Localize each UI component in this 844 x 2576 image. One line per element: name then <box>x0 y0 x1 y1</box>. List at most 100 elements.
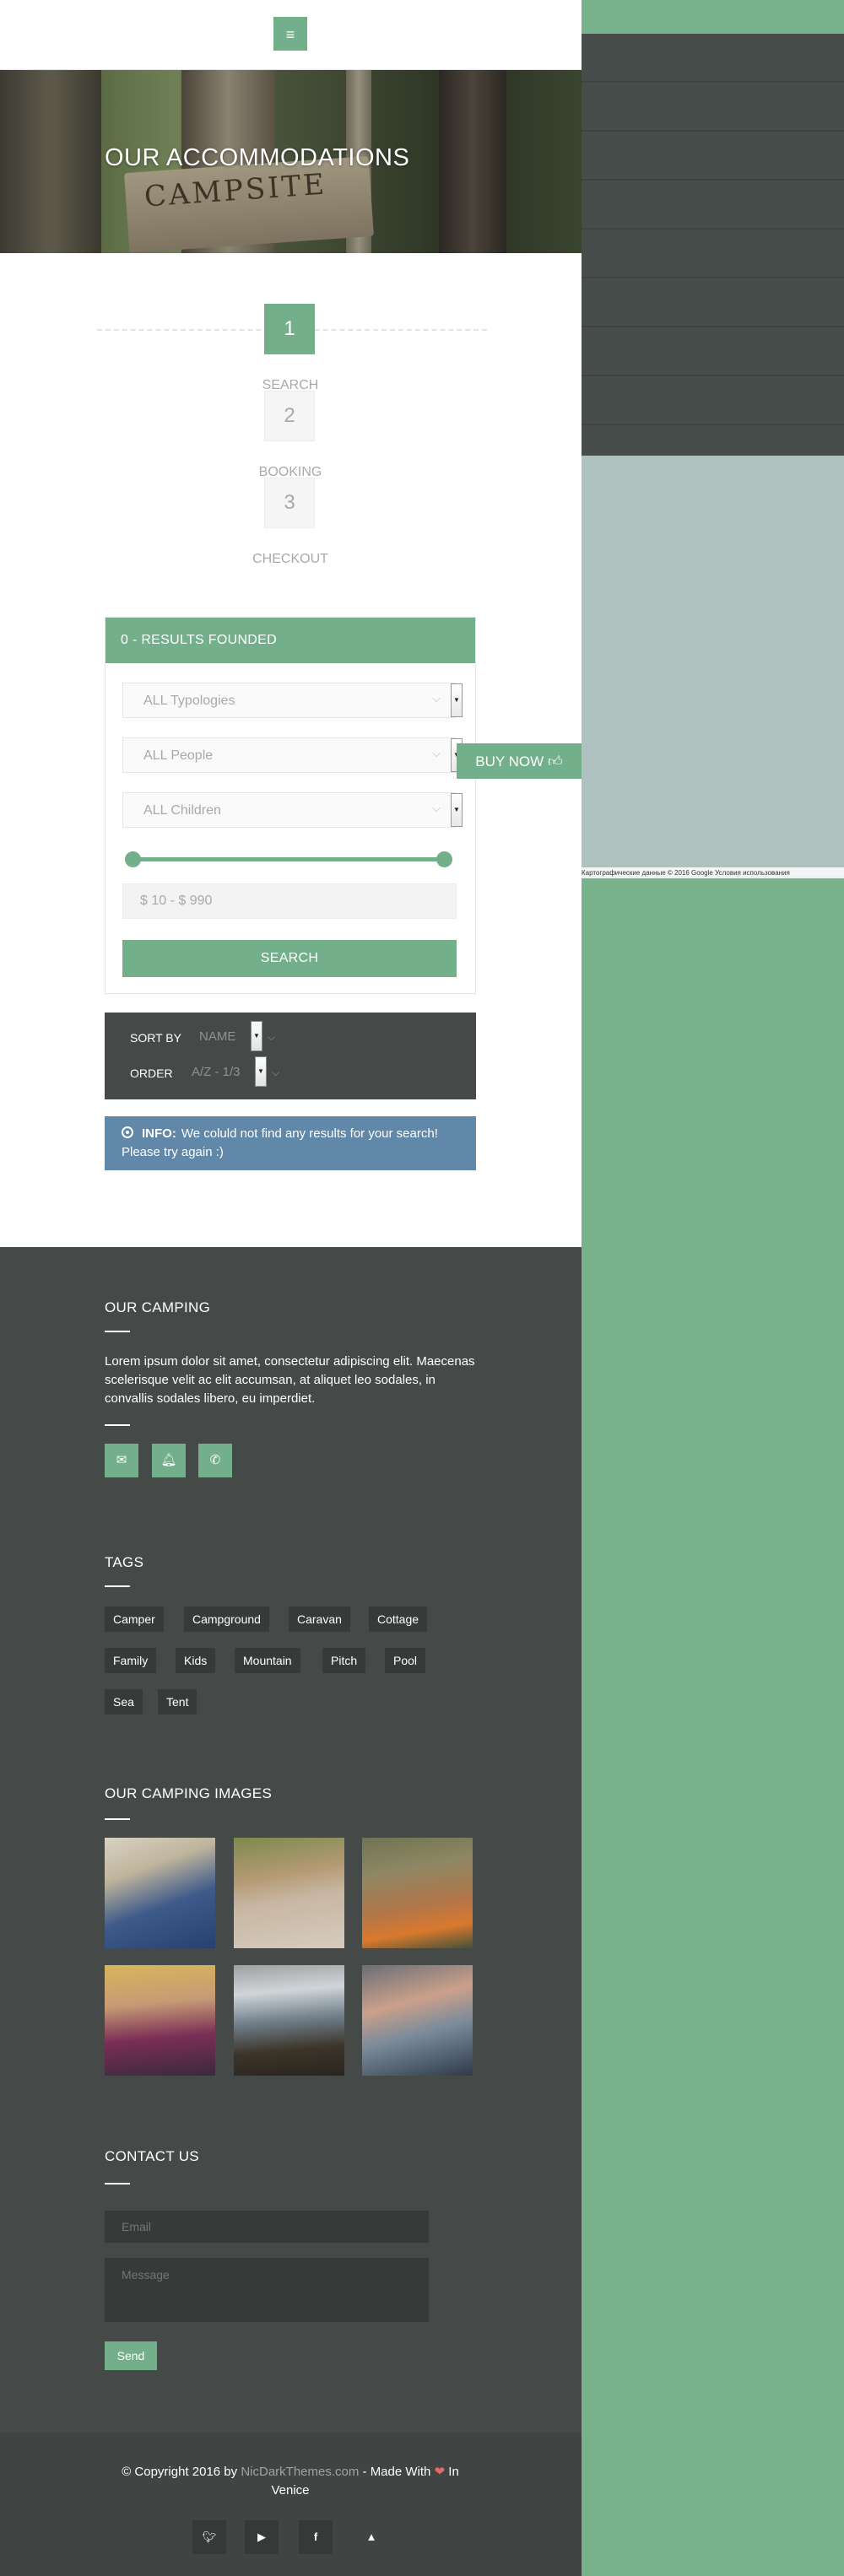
chevron-down-icon: ⌵ <box>432 747 441 759</box>
camping-image-thumbnail[interactable] <box>105 1965 215 2076</box>
sort-by-label: SORT BY <box>130 1031 181 1045</box>
camping-image-thumbnail[interactable] <box>234 1965 344 2076</box>
results-title: 0 - RESULTS FOUNDED <box>106 618 475 663</box>
right-dark-panel <box>582 34 844 456</box>
typology-value: ALL Typologies <box>143 694 235 708</box>
tag-sea[interactable]: Sea <box>105 1689 143 1715</box>
camping-image-thumbnail[interactable] <box>362 1965 473 2076</box>
order-dropdown-arrow-icon[interactable]: ▼ <box>255 1056 267 1087</box>
bell-icon: 🔔︎ <box>160 1453 177 1467</box>
search-button[interactable]: SEARCH <box>122 940 457 977</box>
step-1-box[interactable]: 1 <box>264 304 315 354</box>
copyright-prefix: © Copyright 2016 by <box>122 2465 241 2479</box>
chevron-down-icon: ⌵ <box>432 692 441 705</box>
title-underline <box>105 1818 130 1820</box>
price-slider-min-handle[interactable] <box>125 851 141 867</box>
children-select[interactable]: ALL Children ⌵ ▼ <box>122 792 463 828</box>
search-panel: 0 - RESULTS FOUNDED ALL Typologies ⌵ ▼ A… <box>105 617 476 994</box>
twitter-icon: 🐦︎ <box>202 2530 217 2543</box>
tag-family[interactable]: Family <box>105 1648 157 1673</box>
title-underline <box>105 1585 130 1587</box>
tree-trunk <box>439 70 506 253</box>
tag-pool[interactable]: Pool <box>385 1648 426 1673</box>
our-camping-title: OUR CAMPING <box>105 1299 211 1315</box>
typology-select[interactable]: ALL Typologies ⌵ ▼ <box>122 683 463 718</box>
sort-dropdown-arrow-icon[interactable]: ▼ <box>251 1021 262 1051</box>
page-title: OUR ACCOMMODATIONS <box>105 144 410 171</box>
message-field[interactable] <box>105 2258 429 2322</box>
sort-bar: SORT BY NAME ▼ ⌵ ORDER A/Z - 1/3 ▼ ⌵ <box>105 1013 476 1099</box>
sign-text: CAMPSITE <box>143 167 328 214</box>
right-accent-strip <box>582 0 844 34</box>
tag-pitch[interactable]: Pitch <box>322 1648 366 1673</box>
back-to-top-button[interactable]: ▲ <box>354 2520 388 2554</box>
step-2-box[interactable]: 2 <box>264 391 315 441</box>
step-3-box[interactable]: 3 <box>264 478 315 528</box>
tag-mountain[interactable]: Mountain <box>235 1648 300 1673</box>
nicdark-link[interactable]: NicDarkThemes.com <box>241 2465 359 2479</box>
top-bar: ≡ <box>0 0 582 70</box>
email-social-button[interactable]: ✉ <box>105 1444 138 1477</box>
hamburger-icon: ≡ <box>285 26 295 43</box>
price-slider-max-handle[interactable] <box>436 851 452 867</box>
envelope-icon: ✉ <box>116 1453 127 1467</box>
facebook-button[interactable]: f <box>299 2520 333 2554</box>
send-button[interactable]: Send <box>105 2341 157 2370</box>
copyright-text: © Copyright 2016 by NicDarkThemes.com - … <box>105 2463 476 2500</box>
tag-tent[interactable]: Tent <box>158 1689 197 1715</box>
copyright-mid: - Made With <box>359 2465 435 2479</box>
buy-now-label: BUY NOW <box>475 753 544 770</box>
dropdown-arrow-icon[interactable]: ▼ <box>451 683 463 717</box>
sort-by-value[interactable]: NAME <box>199 1029 235 1044</box>
people-select[interactable]: ALL People ⌵ ▼ <box>122 737 463 773</box>
notification-social-button[interactable]: 🔔︎ <box>152 1444 186 1477</box>
main-column: ≡ CAMPSITE OUR ACCOMMODATIONS 1 SEARCH 2… <box>0 0 582 2576</box>
tag-caravan[interactable]: Caravan <box>289 1607 350 1632</box>
chevron-down-icon: ⌵ <box>432 802 441 814</box>
facebook-icon: f <box>313 2530 318 2543</box>
phone-social-button[interactable]: ✆ <box>198 1444 232 1477</box>
footer: OUR CAMPING Lorem ipsum dolor sit amet, … <box>0 1247 582 2433</box>
camping-image-thumbnail[interactable] <box>234 1838 344 1948</box>
map-credit[interactable]: Картографические данные © 2016 Google Ус… <box>582 867 844 878</box>
price-slider[interactable] <box>125 851 452 867</box>
tree-trunk <box>0 70 101 253</box>
about-text: Lorem ipsum dolor sit amet, consectetur … <box>105 1354 475 1406</box>
dropdown-arrow-icon[interactable]: ▼ <box>451 793 463 827</box>
info-alert: INFO: We coluld not find any results for … <box>105 1116 476 1170</box>
camping-images-title: OUR CAMPING IMAGES <box>105 1785 273 1801</box>
hero-banner: CAMPSITE OUR ACCOMMODATIONS <box>0 70 582 253</box>
chevron-up-icon: ▲ <box>365 2530 377 2543</box>
contact-us-title: CONTACT US <box>105 2148 199 2164</box>
tag-campground[interactable]: Campground <box>184 1607 269 1632</box>
chevron-down-icon: ⌵ <box>268 1031 276 1043</box>
youtube-icon: ▶ <box>257 2530 266 2543</box>
thumbs-up-icon: 👍︎ <box>547 753 563 770</box>
twitter-button[interactable]: 🐦︎ <box>192 2520 226 2554</box>
info-icon <box>122 1126 133 1138</box>
youtube-button[interactable]: ▶ <box>245 2520 279 2554</box>
tag-camper[interactable]: Camper <box>105 1607 164 1632</box>
tag-kids[interactable]: Kids <box>176 1648 216 1673</box>
phone-icon: ✆ <box>209 1453 221 1467</box>
title-underline <box>105 1424 130 1426</box>
people-value: ALL People <box>143 748 214 763</box>
map-area[interactable] <box>582 456 844 876</box>
tags-title: TAGS <box>105 1554 144 1570</box>
camping-image-thumbnail[interactable] <box>105 1838 215 1948</box>
children-value: ALL Children <box>143 803 221 818</box>
title-underline <box>105 1331 130 1332</box>
menu-button[interactable]: ≡ <box>273 17 307 51</box>
booking-steps: 1 SEARCH 2 BOOKING 3 CHECKOUT <box>0 253 582 608</box>
order-label: ORDER <box>130 1067 173 1080</box>
buy-now-button[interactable]: BUY NOW 👍︎ <box>457 743 582 779</box>
camping-image-thumbnail[interactable] <box>362 1838 473 1948</box>
email-field[interactable] <box>105 2211 429 2243</box>
chevron-down-icon: ⌵ <box>272 1067 280 1078</box>
price-range-display: $ 10 - $ 990 <box>122 883 457 919</box>
copyright-bar: © Copyright 2016 by NicDarkThemes.com - … <box>0 2433 582 2576</box>
order-value[interactable]: A/Z - 1/3 <box>192 1065 241 1079</box>
info-label: INFO: <box>142 1126 176 1141</box>
heart-icon: ❤ <box>434 2465 446 2479</box>
tag-cottage[interactable]: Cottage <box>369 1607 428 1632</box>
